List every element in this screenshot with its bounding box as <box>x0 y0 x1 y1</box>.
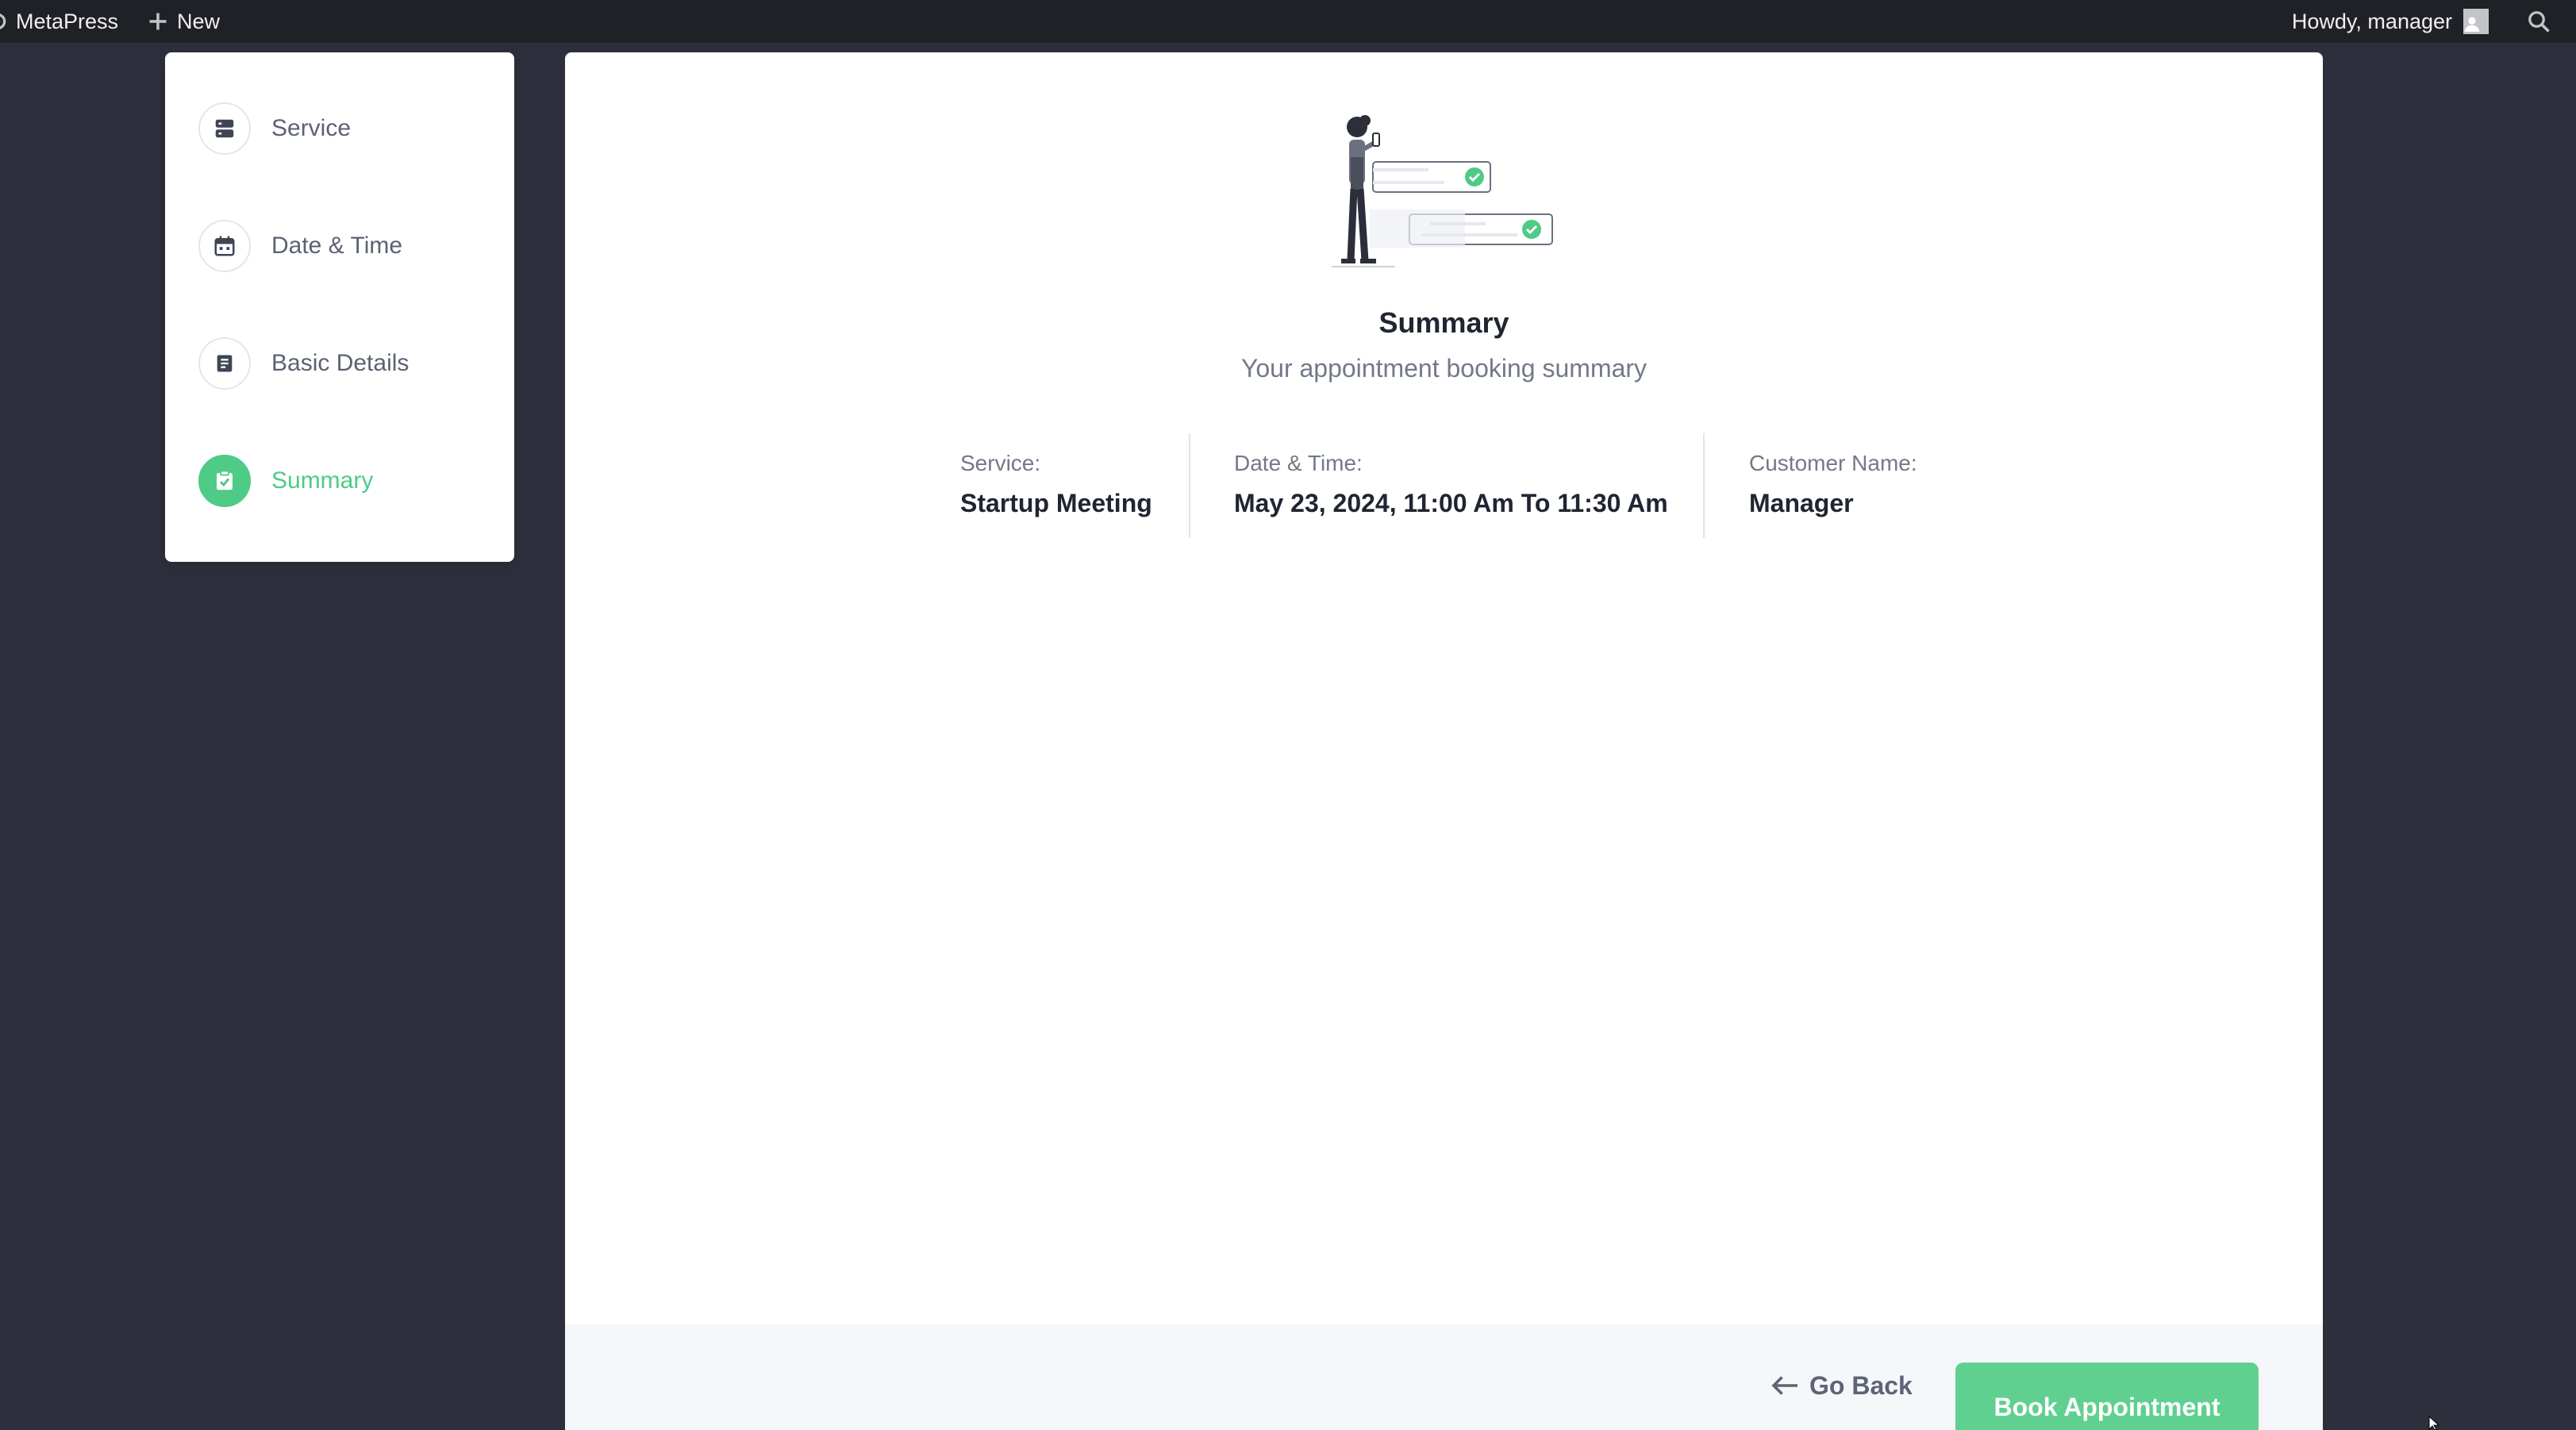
new-label: New <box>177 9 221 33</box>
step-summary-label: Summary <box>271 467 374 494</box>
summary-date-time: Date & Time: May 23, 2024, 11:00 Am To 1… <box>1234 433 1668 538</box>
summary-subtitle: Your appointment booking summary <box>1240 354 1647 382</box>
greeting-label: Howdy, manager <box>2291 9 2452 33</box>
booking-illustration <box>1327 113 1581 291</box>
step-basic-details-label: Basic Details <box>271 350 409 376</box>
steps-sidebar: Service Date & Time Basic Details Summar… <box>165 52 514 562</box>
person-with-checklist-icon <box>1332 115 1553 267</box>
date-time-label: Date & Time: <box>1234 451 1363 475</box>
summary-customer: Customer Name: Manager <box>1749 433 1917 538</box>
step-summary[interactable]: Summary <box>198 454 373 508</box>
step-summary-circle <box>198 455 251 507</box>
site-name-link[interactable]: MetaPress <box>0 0 133 43</box>
service-value: Startup Meeting <box>960 489 1152 517</box>
date-time-value: May 23, 2024, 11:00 Am To 11:30 Am <box>1234 489 1668 517</box>
check-clipboard-icon <box>217 470 233 490</box>
plus-icon <box>149 13 167 30</box>
summary-service: Service: Startup Meeting <box>960 433 1152 538</box>
document-icon <box>217 355 233 372</box>
step-date-time[interactable]: Date & Time <box>198 219 402 273</box>
site-name-label: MetaPress <box>16 9 119 33</box>
new-content-link[interactable]: New <box>133 0 234 43</box>
gear-icon <box>0 13 6 29</box>
step-service-circle <box>198 102 251 155</box>
summary-title: Summary <box>1378 306 1509 339</box>
step-date-time-label: Date & Time <box>271 233 403 259</box>
search-icon <box>2528 11 2550 33</box>
customer-name-value: Manager <box>1749 489 1854 517</box>
summary-panel: Summary Your appointment booking summary… <box>565 52 2323 1430</box>
step-service-label: Service <box>271 115 352 141</box>
mouse-cursor-icon <box>2428 1416 2440 1430</box>
account-menu[interactable]: Howdy, manager <box>2278 0 2503 43</box>
summary-divider <box>1703 433 1705 538</box>
step-service[interactable]: Service <box>198 102 351 156</box>
step-basic-details-circle <box>198 337 251 390</box>
admin-bar: MetaPress New Howdy, manager <box>0 0 2576 43</box>
avatar <box>2463 9 2489 34</box>
step-date-time-circle <box>198 220 251 272</box>
service-label: Service: <box>960 451 1041 475</box>
calendar-icon <box>214 236 235 256</box>
go-back-label: Go Back <box>1809 1370 1913 1400</box>
go-back-button[interactable]: Go Back <box>1771 1366 1913 1405</box>
arrow-left-icon <box>1771 1376 1797 1395</box>
book-appointment-button[interactable]: Book Appointment <box>1955 1363 2259 1430</box>
server-icon <box>215 119 234 138</box>
search-button[interactable] <box>2503 0 2576 43</box>
summary-divider <box>1189 433 1190 538</box>
panel-footer: Go Back Book Appointment <box>565 1324 2323 1430</box>
summary-details: Service: Startup Meeting Date & Time: Ma… <box>565 433 2323 538</box>
step-basic-details[interactable]: Basic Details <box>198 336 409 390</box>
customer-name-label: Customer Name: <box>1749 451 1917 475</box>
user-silhouette-icon <box>2464 17 2480 32</box>
